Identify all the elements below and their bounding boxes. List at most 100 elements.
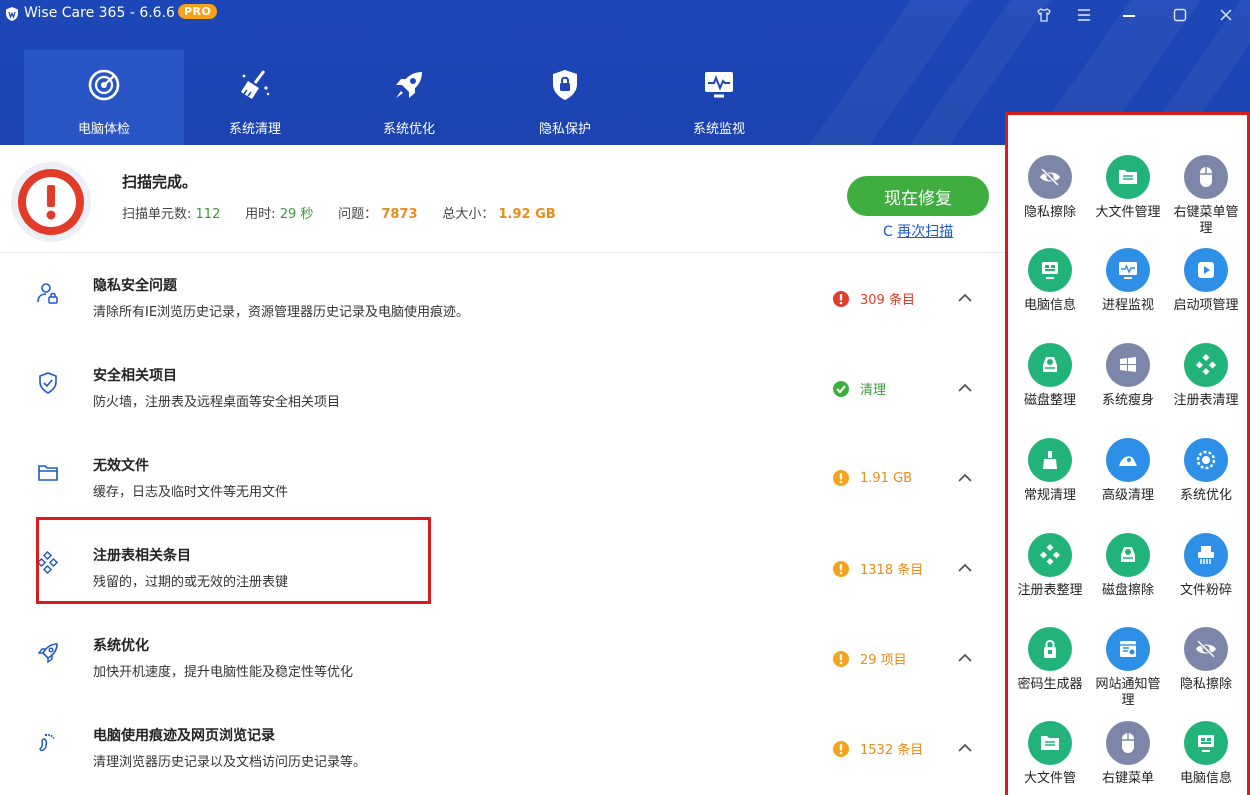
status-badge: 309 条目: [832, 289, 915, 308]
status-badge: 1318 条目: [832, 559, 923, 578]
folder-icon: [38, 465, 58, 481]
shield-check-icon: [39, 372, 57, 394]
units-label: 扫描单元数:: [122, 207, 192, 222]
footprint-icon: [39, 733, 55, 752]
tool-label: 右键菜单管理: [1173, 205, 1239, 236]
maximize-button[interactable]: [1166, 4, 1194, 26]
chevron-up-icon[interactable]: [955, 561, 975, 575]
rescan-link[interactable]: C 再次扫描: [883, 221, 953, 241]
status-text: 1532 条目: [860, 743, 924, 758]
tool-web-notification-manager[interactable]: 网站通知管理: [1090, 627, 1166, 709]
rocket-icon: [396, 72, 422, 98]
rescan-label: 再次扫描: [897, 224, 954, 240]
size-value: 1.92 GB: [498, 207, 556, 222]
tab-pc-checkup[interactable]: 电脑体检: [24, 50, 184, 145]
tool-label: 常规清理: [1023, 488, 1076, 503]
menu-button[interactable]: [1070, 4, 1098, 26]
tool-label: 电脑信息: [1023, 298, 1076, 313]
tool-label: 进程监视: [1101, 298, 1154, 313]
item-title: 无效文件: [93, 458, 149, 474]
item-title: 安全相关项目: [93, 368, 177, 384]
issue-row-privacy[interactable]: 隐私安全问题 清除所有IE浏览历史记录，资源管理器历史记录及电脑使用痕迹。 30…: [0, 253, 1005, 343]
tool-label: 网站通知管理: [1095, 677, 1161, 708]
minimize-button[interactable]: [1115, 4, 1143, 26]
tab-system-cleanup[interactable]: 系统清理: [175, 50, 335, 145]
tool-label: 右键菜单: [1101, 771, 1154, 786]
time-value: 29 秒: [279, 207, 314, 222]
registry-cubes-icon: [1195, 353, 1217, 376]
size-label: 总大小：: [442, 207, 495, 222]
chevron-up-icon[interactable]: [955, 291, 975, 305]
mouse-icon: [1122, 733, 1134, 753]
tool-password-generator[interactable]: 密码生成器: [1012, 627, 1088, 693]
title-bar: Wise Care 365 - 6.6.6 PRO: [0, 0, 1250, 30]
warning-icon: [833, 470, 849, 486]
tool-context-menu-manager-2[interactable]: 右键菜单: [1090, 721, 1166, 787]
tool-label: 密码生成器: [1017, 677, 1083, 692]
tool-privacy-eraser[interactable]: 隐私擦除: [1012, 155, 1088, 221]
item-description: 缓存，日志及临时文件等无用文件: [93, 485, 289, 500]
app-window: Wise Care 365 - 6.6.6 PRO 电脑体检 系统清理 系统优化…: [0, 0, 1250, 795]
registry-cubes-icon: [1039, 543, 1061, 566]
tool-process-monitor[interactable]: 进程监视: [1090, 248, 1166, 314]
close-button[interactable]: [1212, 4, 1240, 26]
tool-privacy-eraser-2[interactable]: 隐私擦除: [1168, 627, 1244, 693]
status-text: 29 项目: [860, 653, 907, 668]
computer-icon: [1042, 262, 1058, 279]
warning-icon: [833, 560, 849, 577]
issue-row-optimization[interactable]: 系统优化 加快开机速度，提升电脑性能及稳定性等优化 29 项目: [0, 613, 1005, 703]
eye-slash-icon: [1196, 639, 1216, 659]
tool-advanced-cleaner[interactable]: 高级清理: [1090, 438, 1166, 504]
pro-badge: PRO: [178, 4, 218, 19]
tool-label: 文件粉碎: [1179, 583, 1232, 598]
tool-label: 大文件管: [1023, 771, 1076, 786]
tool-system-tuneup[interactable]: 系统优化: [1168, 438, 1244, 504]
tool-label: 大文件管理: [1095, 205, 1161, 220]
tool-large-file-manager-2[interactable]: 大文件管: [1012, 721, 1088, 787]
issues-label: 问题：: [338, 207, 378, 222]
status-text: 清理: [860, 383, 887, 398]
disk-icon: [1121, 547, 1135, 562]
fix-now-button[interactable]: 现在修复: [847, 176, 989, 216]
vacuum-icon: [1119, 456, 1137, 466]
broom-icon: [1043, 451, 1057, 469]
tool-system-slimming[interactable]: 系统瘦身: [1090, 343, 1166, 409]
item-description: 防火墙，注册表及远程桌面等安全相关项目: [93, 395, 341, 410]
windows-icon: [1120, 357, 1136, 372]
tab-privacy[interactable]: 隐私保护: [485, 50, 645, 145]
tool-large-file-manager[interactable]: 大文件管理: [1090, 155, 1166, 221]
status-text: 1.91 GB: [860, 470, 913, 486]
tool-context-menu-manager[interactable]: 右键菜单管理: [1168, 155, 1244, 237]
tool-label: 高级清理: [1101, 488, 1154, 503]
tool-startup-manager[interactable]: 启动项管理: [1168, 248, 1244, 314]
hamburger-menu-icon: [1078, 9, 1090, 21]
highlight-annotation: [36, 517, 431, 604]
tool-disk-eraser[interactable]: 磁盘擦除: [1090, 533, 1166, 599]
time-label: 用时:: [245, 207, 276, 222]
tool-registry-defrag[interactable]: 注册表整理: [1012, 533, 1088, 599]
chevron-up-icon[interactable]: [955, 471, 975, 485]
tab-system-monitor[interactable]: 系统监视: [639, 50, 799, 145]
tool-label: 启动项管理: [1173, 298, 1239, 313]
tool-file-shredder[interactable]: 文件粉碎: [1168, 533, 1244, 599]
tool-pc-info[interactable]: 电脑信息: [1012, 248, 1088, 314]
issue-row-junk-files[interactable]: 无效文件 缓存，日志及临时文件等无用文件 1.91 GB: [0, 433, 1005, 523]
tool-label: 注册表整理: [1017, 583, 1083, 598]
tab-label: 系统清理: [228, 122, 281, 137]
disk-icon: [1043, 357, 1057, 372]
chevron-up-icon[interactable]: [955, 651, 975, 665]
chevron-up-icon[interactable]: [955, 741, 975, 755]
issue-row-traces[interactable]: 电脑使用痕迹及网页浏览记录 清理浏览器历史记录以及文档访问历史记录等。 1532…: [0, 703, 1005, 793]
item-title: 电脑使用痕迹及网页浏览记录: [93, 728, 275, 744]
tool-pc-info-2[interactable]: 电脑信息: [1168, 721, 1244, 787]
tool-disk-defrag[interactable]: 磁盘整理: [1012, 343, 1088, 409]
issue-row-security[interactable]: 安全相关项目 防火墙，注册表及远程桌面等安全相关项目 清理: [0, 343, 1005, 433]
skin-button[interactable]: [1030, 4, 1058, 26]
tab-system-optimize[interactable]: 系统优化: [329, 50, 489, 145]
chevron-up-icon[interactable]: [955, 381, 975, 395]
tab-label: 系统优化: [382, 122, 435, 137]
tool-registry-cleaner[interactable]: 注册表清理: [1168, 343, 1244, 409]
tool-common-cleaner[interactable]: 常规清理: [1012, 438, 1088, 504]
app-logo-icon: [6, 7, 18, 21]
status-text: 1318 条目: [860, 563, 924, 578]
